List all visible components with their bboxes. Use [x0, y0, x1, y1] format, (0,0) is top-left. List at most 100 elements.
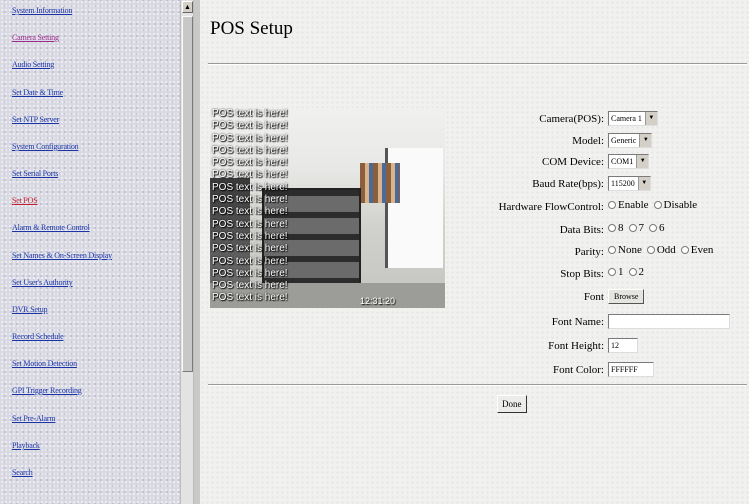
stop-bits-label: Stop Bits:	[560, 268, 604, 280]
font-color-input[interactable]: FFFFFF	[608, 362, 654, 377]
stop-bits-1-radio[interactable]: 1	[608, 266, 624, 278]
nav-item-system-configuration[interactable]: System Configuration	[12, 142, 79, 151]
data-bits-label: Data Bits:	[559, 224, 604, 236]
pos-text-line: POS text is here!	[212, 280, 288, 292]
nav-item-playback[interactable]: Playback	[12, 441, 40, 450]
nav-item-set-serial-ports[interactable]: Set Serial Ports	[12, 169, 58, 178]
baud-rate-select[interactable]: 115200 ▼	[608, 176, 651, 191]
pos-text-line: POS text is here!	[212, 267, 288, 279]
font-name-row: Font Name:	[450, 313, 747, 333]
divider-bottom	[208, 384, 747, 386]
data-bits-8-radio[interactable]: 8	[608, 222, 624, 234]
pos-text-line: POS text is here!	[212, 243, 288, 255]
pos-text-line: POS text is here!	[212, 108, 288, 119]
parity-none-radio[interactable]: None	[608, 244, 642, 256]
nav-item-dvr-setup[interactable]: DVR Setup	[12, 305, 48, 314]
data-bits-row: Data Bits: 8 7 6	[450, 221, 747, 241]
done-button[interactable]: Done	[497, 395, 527, 413]
chevron-down-icon: ▼	[637, 177, 650, 190]
preview-scene-boxes	[360, 163, 400, 203]
radio-button-icon	[608, 201, 616, 209]
browse-button[interactable]: Browse	[608, 289, 645, 304]
model-select[interactable]: Generic ▼	[608, 133, 653, 148]
font-height-row: Font Height: 12	[450, 337, 747, 357]
nav-item-camera-setting[interactable]: Camera Setting	[12, 33, 59, 42]
pos-text-line: POS text is here!	[212, 230, 288, 242]
pos-text-line: POS text is here!	[212, 218, 288, 230]
font-height-label: Font Height:	[548, 340, 604, 352]
baud-rate-row: Baud Rate(bps): 115200 ▼	[450, 175, 747, 195]
font-color-row: Font Color: FFFFFF	[450, 361, 747, 381]
nav-item-alarm-remote-control[interactable]: Alarm & Remote Control	[12, 223, 90, 232]
pos-text-line: POS text is here!	[212, 120, 288, 132]
chevron-down-icon: ▼	[644, 112, 657, 125]
navigation-frame: System Information Camera Setting Audio Se…	[0, 0, 180, 504]
radio-button-icon	[608, 246, 616, 254]
pos-text-line: POS text is here!	[212, 132, 288, 144]
nav-item-set-pre-alarm[interactable]: Set Pre-Alarm	[12, 414, 56, 423]
pos-text-line: POS text is here!	[212, 181, 288, 193]
model-row: Model: Generic ▼	[450, 132, 747, 152]
radio-button-icon	[680, 246, 689, 254]
divider-top	[208, 63, 747, 65]
com-device-select[interactable]: COM1 ▼	[608, 154, 650, 169]
nav-item-set-ntp-server[interactable]: Set NTP Server	[12, 115, 59, 124]
stop-bits-2-radio[interactable]: 2	[628, 266, 644, 278]
font-name-input[interactable]	[608, 314, 730, 329]
pos-text-line: POS text is here!	[212, 194, 288, 206]
nav-item-record-schedule[interactable]: Record Schedule	[12, 332, 64, 341]
font-name-label: Font Name:	[551, 316, 604, 328]
pos-text-line: POS text is here!	[212, 292, 288, 304]
parity-odd-radio[interactable]: Odd	[646, 244, 676, 256]
model-label: Model:	[572, 135, 604, 147]
radio-button-icon	[653, 201, 662, 209]
camera-label: Camera(POS):	[539, 113, 604, 125]
nav-item-set-names-on-screen-display[interactable]: Set Names & On-Screen Display	[12, 251, 112, 260]
radio-button-icon	[608, 268, 616, 276]
baud-rate-label: Baud Rate(bps):	[532, 178, 604, 190]
radio-button-icon	[646, 246, 655, 254]
scroll-thumb[interactable]	[182, 16, 193, 372]
radio-button-icon	[649, 224, 657, 232]
pos-text-line: POS text is here!	[212, 255, 288, 267]
flow-control-enable-radio[interactable]: Enable	[608, 199, 649, 211]
com-device-label: COM Device:	[541, 156, 604, 168]
data-bits-6-radio[interactable]: 6	[649, 222, 665, 234]
nav-item-gpi-trigger-recording[interactable]: GPI Trigger Recording	[12, 386, 82, 395]
pos-text-line: POS text is here!	[212, 206, 288, 218]
nav-scrollbar[interactable]: ▲	[180, 0, 194, 504]
nav-item-search[interactable]: Search	[12, 468, 33, 477]
camera-select[interactable]: Camera 1 ▼	[608, 111, 658, 126]
nav-item-set-user-s-authority[interactable]: Set User's Authority	[12, 278, 73, 287]
chevron-down-icon: ▼	[639, 134, 652, 147]
flow-control-disable-radio[interactable]: Disable	[653, 199, 697, 211]
font-height-input[interactable]: 12	[608, 338, 638, 353]
main-frame: POS Setup POS text is here! POS text is h…	[200, 0, 749, 504]
parity-even-radio[interactable]: Even	[680, 244, 713, 256]
pos-text-overlay: POS text is here! POS text is here! POS te…	[212, 108, 288, 305]
chevron-down-icon: ▼	[636, 155, 649, 168]
preview-timestamp: 12:31:20	[360, 296, 396, 306]
pos-text-line: POS text is here!	[212, 157, 288, 169]
font-row: Font Browse	[450, 288, 747, 308]
nav-item-audio-setting[interactable]: Audio Setting	[12, 60, 54, 69]
page-title: POS Setup	[210, 18, 293, 39]
nav-item-system-information[interactable]: System Information	[12, 6, 72, 15]
radio-button-icon	[628, 224, 637, 232]
nav-item-set-motion-detection[interactable]: Set Motion Detection	[12, 359, 77, 368]
stop-bits-row: Stop Bits: 1 2	[450, 265, 747, 285]
font-label: Font	[583, 291, 604, 303]
flow-control-label: Hardware FlowControl:	[498, 201, 604, 213]
parity-row: Parity: None Odd Even	[450, 243, 747, 263]
data-bits-7-radio[interactable]: 7	[628, 222, 644, 234]
flow-control-row: Hardware FlowControl: Enable Disable	[450, 198, 747, 218]
scroll-up-arrow-icon[interactable]: ▲	[182, 1, 193, 13]
nav-item-set-date-time[interactable]: Set Date & Time	[12, 88, 63, 97]
parity-label: Parity:	[574, 246, 604, 258]
nav-item-set-pos[interactable]: Set POS	[12, 196, 38, 205]
pos-text-line: POS text is here!	[212, 144, 288, 156]
com-device-row: COM Device: COM1 ▼	[450, 153, 747, 173]
pos-text-line: POS text is here!	[212, 169, 288, 181]
radio-button-icon	[628, 268, 637, 276]
radio-button-icon	[608, 224, 616, 232]
